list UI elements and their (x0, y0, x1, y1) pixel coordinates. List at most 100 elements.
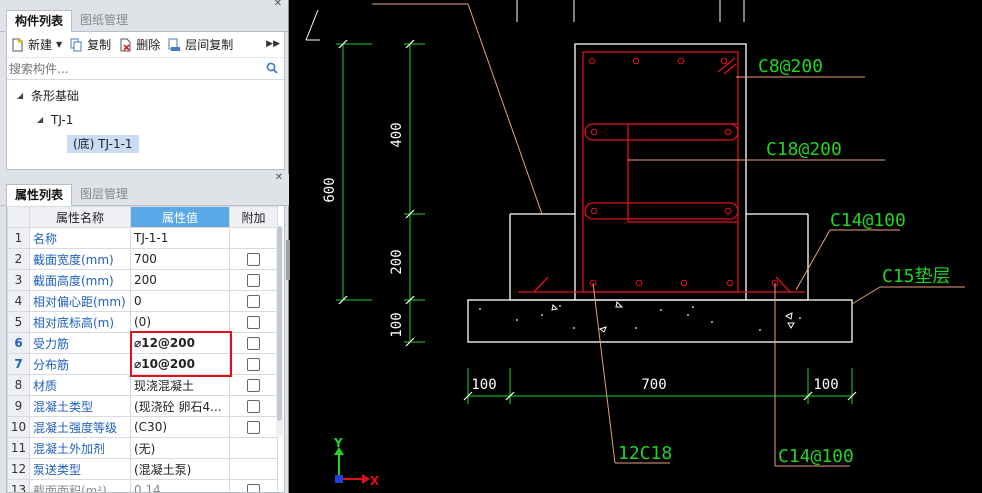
rebar-cage (518, 51, 805, 293)
dim-400: 400 (389, 122, 405, 147)
search-icon[interactable] (266, 62, 278, 74)
property-row[interactable]: 12 泵送类型 (混凝土泵) (7, 458, 278, 480)
property-name: 混凝土外加剂 (29, 437, 131, 459)
property-value[interactable]: 现浇混凝土 (130, 374, 230, 396)
property-extra (229, 248, 278, 270)
new-file-icon (12, 37, 23, 51)
property-row[interactable]: 8 材质 现浇混凝土 (7, 374, 278, 396)
extra-checkbox[interactable] (247, 316, 260, 329)
header-value: 属性值 (130, 206, 230, 228)
tab-property-list[interactable]: 属性列表 (6, 184, 73, 206)
property-value[interactable]: 0.14 (130, 479, 230, 492)
close-icon[interactable]: ✕ (274, 0, 282, 10)
tab-layer-management[interactable]: 图层管理 (72, 184, 136, 206)
cad-canvas[interactable]: 600 400 200 100 100 700 100 C8@200 C18@2… (290, 0, 982, 493)
extra-checkbox[interactable] (247, 253, 260, 266)
property-name: 截面高度(mm) (29, 269, 131, 291)
property-value[interactable]: 200 (130, 269, 230, 291)
dim-100-left: 100 (471, 377, 496, 393)
extra-checkbox[interactable] (247, 421, 260, 434)
search-input[interactable] (9, 61, 259, 76)
row-index: 2 (7, 248, 30, 270)
property-row[interactable]: 5 相对底标高(m) (0) (7, 311, 278, 333)
row-index: 7 (7, 353, 30, 375)
property-name: 截面宽度(mm) (29, 248, 131, 270)
expand-triangle-icon[interactable]: ◢ (17, 84, 23, 108)
dim-600: 600 (322, 177, 338, 202)
dimension-texts: 600 400 200 100 100 700 100 (322, 122, 839, 393)
row-index: 10 (7, 416, 30, 438)
tree-node-tj1[interactable]: ◢ TJ-1 (7, 108, 284, 132)
property-name: 受力筋 (29, 332, 131, 354)
close-icon[interactable]: ✕ (275, 172, 283, 184)
toolbar-overflow-icon[interactable]: ▶▶ (266, 39, 280, 49)
new-button[interactable]: 新建 ▼ (11, 36, 62, 53)
row-index: 13 (7, 479, 30, 492)
property-scrollbar[interactable] (276, 226, 283, 436)
property-name: 泵送类型 (29, 458, 131, 480)
property-extra (229, 458, 278, 480)
scrollbar-thumb[interactable] (277, 226, 282, 421)
property-name: 相对偏心距(mm) (29, 290, 131, 312)
copy-button-label: 复制 (87, 38, 112, 52)
row-index: 5 (7, 311, 30, 333)
floor-copy-button[interactable]: 层间复制 (168, 36, 233, 53)
header-extra: 附加 (229, 206, 278, 228)
row-index: 9 (7, 395, 30, 417)
property-value[interactable]: (0) (130, 311, 230, 333)
property-row[interactable]: 3 截面高度(mm) 200 (7, 269, 278, 291)
copy-icon (70, 38, 82, 51)
cushion-triangles (551, 300, 795, 333)
property-row[interactable]: 4 相对偏心距(mm) 0 (7, 290, 278, 312)
label-c8-stirrup: C8@200 (758, 56, 823, 77)
extra-checkbox[interactable] (247, 274, 260, 287)
floor-copy-icon (168, 38, 181, 51)
property-value[interactable]: (C30) (130, 416, 230, 438)
property-value[interactable]: 0 (130, 290, 230, 312)
delete-button-label: 删除 (136, 38, 161, 52)
property-table-header: 属性名称 属性值 附加 (7, 206, 278, 228)
extra-checkbox[interactable] (247, 358, 260, 371)
extra-checkbox[interactable] (247, 400, 260, 413)
floor-copy-button-label: 层间复制 (185, 38, 234, 52)
tree-node-strip-foundation[interactable]: ◢ 条形基础 (7, 84, 284, 108)
delete-button[interactable]: 删除 (119, 36, 160, 53)
dim-200: 200 (389, 249, 405, 274)
property-row[interactable]: 1 名称 TJ-1-1 (7, 227, 278, 249)
property-name: 混凝土类型 (29, 395, 131, 417)
property-name: 名称 (29, 227, 131, 249)
property-value[interactable]: 700 (130, 248, 230, 270)
component-search (7, 58, 284, 80)
property-value[interactable]: (无) (130, 437, 230, 459)
app-root: ✕ 构件列表 图纸管理 新建 ▼ 复制 删除 层间复制 ▶▶ 搜索构件... ◢… (0, 0, 982, 493)
expand-triangle-icon[interactable]: ◢ (37, 108, 43, 132)
tab-component-list[interactable]: 构件列表 (6, 10, 73, 32)
copy-button[interactable]: 复制 (70, 36, 111, 53)
property-value[interactable]: (现浇砼 卵石4... (130, 395, 230, 417)
property-value[interactable]: (混凝土泵) (130, 458, 230, 480)
property-row[interactable]: 9 混凝土类型 (现浇砼 卵石4... (7, 395, 278, 417)
property-row[interactable]: 2 截面宽度(mm) 700 (7, 248, 278, 270)
property-name: 混凝土强度等级 (29, 416, 131, 438)
extra-checkbox[interactable] (247, 379, 260, 392)
extra-checkbox[interactable] (247, 484, 260, 492)
property-extra (229, 269, 278, 291)
extra-checkbox[interactable] (247, 337, 260, 350)
property-value[interactable]: TJ-1-1 (130, 227, 230, 249)
tree-node-tj1-1[interactable]: (底) TJ-1-1 (7, 132, 284, 156)
extra-checkbox[interactable] (247, 295, 260, 308)
property-list-panel: 属性名称 属性值 附加 1 名称 TJ-1-1 2 截面宽度(mm) 700 3 截面高度(m… (6, 206, 285, 493)
property-extra (229, 353, 278, 375)
component-panel-titlebar: ✕ (0, 0, 288, 10)
property-name: 相对底标高(m) (29, 311, 131, 333)
row-index: 3 (7, 269, 30, 291)
tab-drawing-management[interactable]: 图纸管理 (72, 10, 136, 32)
chevron-down-icon[interactable]: ▼ (56, 40, 62, 49)
property-row[interactable]: 13 截面面积(m²) 0.14 (7, 479, 278, 492)
property-row[interactable]: 10 混凝土强度等级 (C30) (7, 416, 278, 438)
dim-100-vertical: 100 (389, 312, 405, 337)
cushion-aggregate (479, 305, 801, 331)
component-tree: ◢ 条形基础 ◢ TJ-1 (底) TJ-1-1 (7, 80, 284, 156)
property-panel-titlebar: ✕ (0, 172, 289, 184)
property-row[interactable]: 11 混凝土外加剂 (无) (7, 437, 278, 459)
